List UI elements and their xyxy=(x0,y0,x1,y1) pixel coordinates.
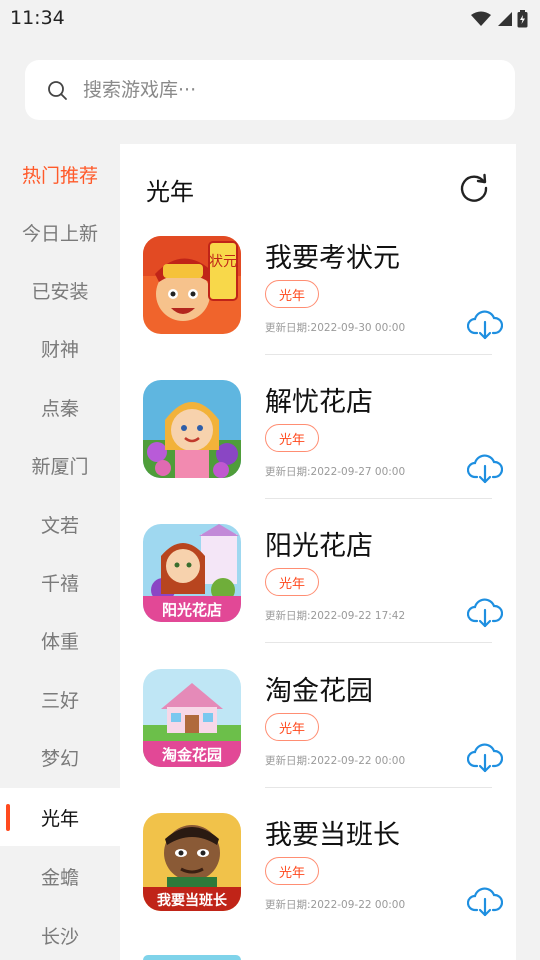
sidebar-item-guangnian[interactable]: 光年 xyxy=(0,788,120,846)
signal-icon xyxy=(498,12,512,26)
sidebar-item-menghuan[interactable]: 梦幻 xyxy=(0,728,120,786)
sidebar-item-wenruo[interactable]: 文若 xyxy=(0,495,120,553)
divider xyxy=(265,787,492,788)
game-item[interactable]: 我要当班长 我要当班长 光年 更新日期:2022-09-22 00:00 xyxy=(120,813,516,957)
sidebar-item-tizhong[interactable]: 体重 xyxy=(0,611,120,669)
game-item[interactable]: 淘金花园 淘金花园 光年 更新日期:2022-09-22 00:00 xyxy=(120,669,516,813)
status-icons xyxy=(471,9,528,29)
game-item[interactable]: 解忧花店 光年 更新日期:2022-09-27 00:00 xyxy=(120,380,516,524)
game-list-panel: 光年 状元 我要考状元 光年 更新日期:2022-09-30 00:00 解忧花… xyxy=(120,144,516,960)
sidebar-item-hot[interactable]: 热门推荐 xyxy=(0,145,120,203)
update-date: 更新日期:2022-09-22 00:00 xyxy=(265,755,406,767)
cloud-download-icon[interactable] xyxy=(467,453,503,485)
game-name: 我要考状元 xyxy=(265,243,400,274)
game-item[interactable]: 状元 我要考状元 光年 更新日期:2022-09-30 00:00 xyxy=(120,236,516,380)
icon-text: 我要当班长 xyxy=(157,892,228,909)
game-icon: 阳光花店 xyxy=(143,524,241,622)
category-sidebar: 热门推荐 今日上新 已安装 财神 点秦 新厦门 文若 千禧 体重 三好 梦幻 光… xyxy=(0,144,120,960)
battery-icon xyxy=(517,10,528,28)
game-name: 阳光花店 xyxy=(265,531,373,562)
cloud-download-icon[interactable] xyxy=(467,742,503,774)
status-bar: 11:34 xyxy=(0,0,540,38)
sidebar-item-today-new[interactable]: 今日上新 xyxy=(0,203,120,261)
category-tag: 光年 xyxy=(265,424,319,452)
cloud-download-icon[interactable] xyxy=(467,597,503,629)
update-date: 更新日期:2022-09-22 17:42 xyxy=(265,610,406,622)
game-item-partial[interactable] xyxy=(143,955,241,960)
sidebar-item-dianqin[interactable]: 点秦 xyxy=(0,378,120,436)
divider xyxy=(265,354,492,355)
search-bar[interactable] xyxy=(25,60,515,120)
panel-title: 光年 xyxy=(146,178,194,206)
game-name: 解忧花店 xyxy=(265,387,373,418)
icon-text: 阳光花店 xyxy=(162,601,222,619)
sidebar-item-caishen[interactable]: 财神 xyxy=(0,319,120,377)
update-date: 更新日期:2022-09-30 00:00 xyxy=(265,322,406,334)
game-icon: 我要当班长 xyxy=(143,813,241,911)
icon-text: 淘金花园 xyxy=(161,746,222,764)
cloud-download-icon[interactable] xyxy=(467,886,503,918)
category-tag: 光年 xyxy=(265,280,319,308)
refresh-icon[interactable] xyxy=(458,172,490,204)
cloud-download-icon[interactable] xyxy=(467,309,503,341)
divider xyxy=(265,642,492,643)
search-icon xyxy=(48,81,67,100)
search-input[interactable] xyxy=(83,79,463,101)
category-tag: 光年 xyxy=(265,568,319,596)
category-tag: 光年 xyxy=(265,857,319,885)
game-icon: 状元 xyxy=(143,236,241,334)
sidebar-item-xinxiamen[interactable]: 新厦门 xyxy=(0,436,120,494)
game-name: 淘金花园 xyxy=(265,676,373,707)
sidebar-item-qianxi[interactable]: 千禧 xyxy=(0,553,120,611)
sidebar-item-changsha[interactable]: 长沙 xyxy=(0,906,120,960)
update-date: 更新日期:2022-09-27 00:00 xyxy=(265,466,406,478)
game-icon: 淘金花园 xyxy=(143,669,241,767)
status-time: 11:34 xyxy=(10,7,65,29)
update-date: 更新日期:2022-09-22 00:00 xyxy=(265,899,406,911)
category-tag: 光年 xyxy=(265,713,319,741)
sidebar-item-jinchan[interactable]: 金蟾 xyxy=(0,847,120,905)
sidebar-item-installed[interactable]: 已安装 xyxy=(0,261,120,319)
sidebar-item-sanhao[interactable]: 三好 xyxy=(0,670,120,728)
divider xyxy=(265,498,492,499)
icon-text: 状元 xyxy=(209,254,237,270)
wifi-icon xyxy=(471,11,491,26)
game-name: 我要当班长 xyxy=(265,820,400,851)
game-item[interactable]: 阳光花店 阳光花店 光年 更新日期:2022-09-22 17:42 xyxy=(120,524,516,668)
game-icon xyxy=(143,380,241,478)
